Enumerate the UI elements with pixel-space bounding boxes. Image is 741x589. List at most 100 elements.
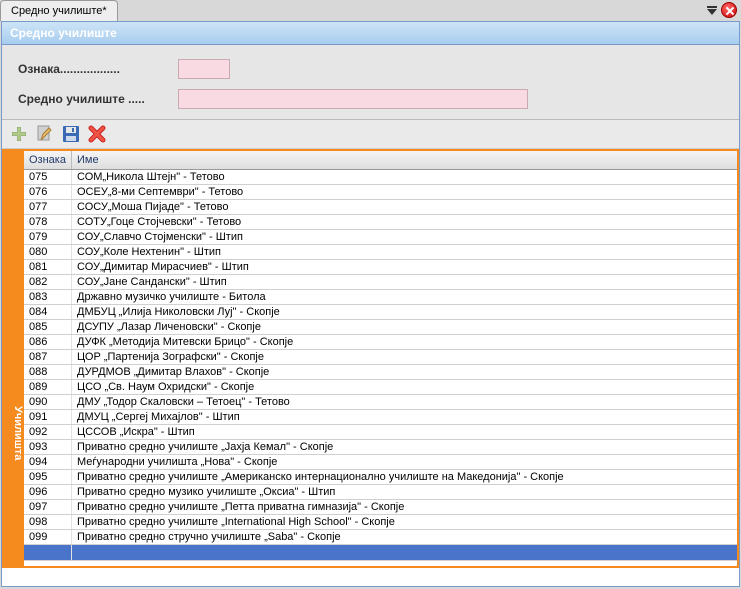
- table-row[interactable]: 098Приватно средно училиште „Internation…: [24, 515, 737, 530]
- cell-name: [72, 545, 737, 560]
- table-row[interactable]: 085ДСУПУ „Лазар Личеновски" - Скопје: [24, 320, 737, 335]
- cell-name: СОУ„Јане Сандански" - Штип: [72, 275, 737, 289]
- cell-code: 076: [24, 185, 72, 199]
- table-row[interactable]: 097Приватно средно училиште „Петта прива…: [24, 500, 737, 515]
- cell-code: 095: [24, 470, 72, 484]
- table-row[interactable]: 075СОМ„Никола Штејн" - Тетово: [24, 170, 737, 185]
- cell-name: Меѓународни училишта „Нова" - Скопје: [72, 455, 737, 469]
- cell-code: 098: [24, 515, 72, 529]
- cell-name: ДСУПУ „Лазар Личеновски" - Скопје: [72, 320, 737, 334]
- header-name[interactable]: Име: [72, 151, 737, 169]
- table-row[interactable]: 090ДМУ „Тодор Скаловски – Тетоец" - Тето…: [24, 395, 737, 410]
- table-row[interactable]: 077СОСУ„Моша Пијаде" - Тетово: [24, 200, 737, 215]
- cell-code: 087: [24, 350, 72, 364]
- cell-code: 099: [24, 530, 72, 544]
- table-row[interactable]: 083Државно музичко училиште - Битола: [24, 290, 737, 305]
- cell-code: 079: [24, 230, 72, 244]
- cell-name: СОМ„Никола Штејн" - Тетово: [72, 170, 737, 184]
- cell-code: 086: [24, 335, 72, 349]
- cell-code: 096: [24, 485, 72, 499]
- cell-name: СОУ„Славчо Стојменски" - Штип: [72, 230, 737, 244]
- cell-code: 082: [24, 275, 72, 289]
- cell-code: 093: [24, 440, 72, 454]
- cell-name: ЦССОВ „Искра" - Штип: [72, 425, 737, 439]
- cell-name: СОУ„Коле Нехтенин" - Штип: [72, 245, 737, 259]
- cell-name: ДМУ „Тодор Скаловски – Тетоец" - Тетово: [72, 395, 737, 409]
- tab-main[interactable]: Средно училиште*: [0, 0, 118, 21]
- cell-name: СОТУ„Гоце Стојчевски" - Тетово: [72, 215, 737, 229]
- cell-code: 084: [24, 305, 72, 319]
- table-row[interactable]: 076ОСЕУ„8-ми Септември" - Тетово: [24, 185, 737, 200]
- close-icon[interactable]: [721, 2, 737, 18]
- main-panel: Средно училиште Ознака..................…: [1, 21, 740, 587]
- tab-bar: Средно училиште*: [0, 0, 741, 21]
- table-row[interactable]: 086ДУФК „Методија Митевски Брицо" - Скоп…: [24, 335, 737, 350]
- table-row[interactable]: 092ЦССОВ „Искра" - Штип: [24, 425, 737, 440]
- table-row[interactable]: 082СОУ„Јане Сандански" - Штип: [24, 275, 737, 290]
- add-button[interactable]: [8, 123, 30, 145]
- table-row[interactable]: 078СОТУ„Гоце Стојчевски" - Тетово: [24, 215, 737, 230]
- cell-code: 081: [24, 260, 72, 274]
- cell-name: Приватно средно училиште „International …: [72, 515, 737, 529]
- cell-name: ДМБУЦ „Илија Николовски Луј" - Скопје: [72, 305, 737, 319]
- header-code[interactable]: Ознака: [24, 151, 72, 169]
- cell-code: 085: [24, 320, 72, 334]
- cell-name: СОУ„Димитар Мирасчиев" - Штип: [72, 260, 737, 274]
- name-input[interactable]: [178, 89, 528, 109]
- table-row[interactable]: 094Меѓународни училишта „Нова" - Скопје: [24, 455, 737, 470]
- grid-header: Ознака Име: [24, 151, 737, 170]
- cell-code: 083: [24, 290, 72, 304]
- edit-button[interactable]: [34, 123, 56, 145]
- cell-name: Приватно средно музико училиште „Оксиа" …: [72, 485, 737, 499]
- cell-name: Државно музичко училиште - Битола: [72, 290, 737, 304]
- panel-title: Средно училиште: [2, 22, 739, 45]
- side-tab-schools[interactable]: Училишта: [4, 151, 24, 566]
- delete-button[interactable]: [86, 123, 108, 145]
- table-row[interactable]: 089ЦСО „Св. Наум Охридски" - Скопје: [24, 380, 737, 395]
- data-grid[interactable]: Ознака Име 075СОМ„Никола Штејн" - Тетово…: [24, 151, 737, 566]
- cell-code: 097: [24, 500, 72, 514]
- selected-row[interactable]: [24, 545, 737, 561]
- cell-code: 094: [24, 455, 72, 469]
- cell-code: 089: [24, 380, 72, 394]
- table-row[interactable]: 096Приватно средно музико училиште „Окси…: [24, 485, 737, 500]
- table-row[interactable]: 079СОУ„Славчо Стојменски" - Штип: [24, 230, 737, 245]
- side-tab-label: Училишта: [12, 406, 24, 460]
- toolbar: [2, 120, 739, 149]
- form-area: Ознака.................. Средно училиште…: [2, 45, 739, 120]
- menu-dropdown-icon[interactable]: [707, 6, 717, 15]
- cell-code: 090: [24, 395, 72, 409]
- table-row[interactable]: 080СОУ„Коле Нехтенин" - Штип: [24, 245, 737, 260]
- table-row[interactable]: 095Приватно средно училиште „Американско…: [24, 470, 737, 485]
- cell-code: 092: [24, 425, 72, 439]
- cell-name: ДУРДМОВ „Димитар Влахов" - Скопје: [72, 365, 737, 379]
- table-row[interactable]: 093Приватно средно училиште „Јахја Кемал…: [24, 440, 737, 455]
- cell-name: ДУФК „Методија Митевски Брицо" - Скопје: [72, 335, 737, 349]
- table-row[interactable]: 081СОУ„Димитар Мирасчиев" - Штип: [24, 260, 737, 275]
- cell-code: 077: [24, 200, 72, 214]
- table-row[interactable]: 087ЦОР „Партенија Зографски" - Скопје: [24, 350, 737, 365]
- cell-name: Приватно средно училиште „Јахја Кемал" -…: [72, 440, 737, 454]
- cell-name: ЦСО „Св. Наум Охридски" - Скопје: [72, 380, 737, 394]
- cell-name: ДМУЦ „Сергеј Михајлов" - Штип: [72, 410, 737, 424]
- cell-name: ЦОР „Партенија Зографски" - Скопје: [72, 350, 737, 364]
- cell-name: СОСУ„Моша Пијаде" - Тетово: [72, 200, 737, 214]
- cell-name: Приватно средно стручно училиште „Saba" …: [72, 530, 737, 544]
- cell-code: 080: [24, 245, 72, 259]
- table-row[interactable]: 088ДУРДМОВ „Димитар Влахов" - Скопје: [24, 365, 737, 380]
- cell-name: Приватно средно училиште „Американско ин…: [72, 470, 737, 484]
- code-input[interactable]: [178, 59, 230, 79]
- label-code: Ознака..................: [18, 62, 178, 76]
- table-row[interactable]: 084ДМБУЦ „Илија Николовски Луј" - Скопје: [24, 305, 737, 320]
- cell-code: 088: [24, 365, 72, 379]
- save-button[interactable]: [60, 123, 82, 145]
- tab-title: Средно училиште*: [11, 5, 107, 17]
- cell-name: Приватно средно училиште „Петта приватна…: [72, 500, 737, 514]
- cell-code: 091: [24, 410, 72, 424]
- label-name: Средно училиште .....: [18, 92, 178, 106]
- cell-code: 075: [24, 170, 72, 184]
- table-row[interactable]: 091ДМУЦ „Сергеј Михајлов" - Штип: [24, 410, 737, 425]
- table-row[interactable]: 099Приватно средно стручно училиште „Sab…: [24, 530, 737, 545]
- cell-name: ОСЕУ„8-ми Септември" - Тетово: [72, 185, 737, 199]
- cell-code: 078: [24, 215, 72, 229]
